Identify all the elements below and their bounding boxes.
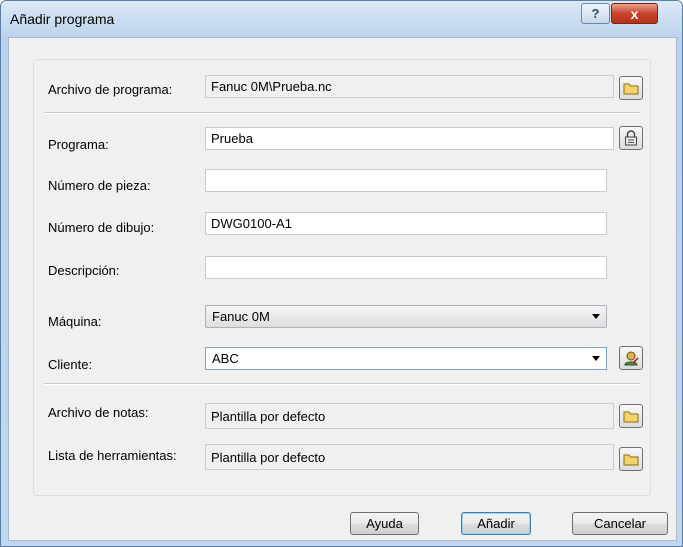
dialog-window: Añadir programa ? x Archivo de programa:… bbox=[0, 0, 683, 547]
drawing-number-input[interactable]: DWG0100-A1 bbox=[205, 212, 607, 235]
chevron-down-icon[interactable] bbox=[592, 356, 600, 361]
customer-icon bbox=[624, 351, 639, 366]
program-file-label: Archivo de programa: bbox=[48, 82, 173, 97]
add-button[interactable]: Añadir bbox=[461, 512, 531, 535]
separator-bottom bbox=[44, 383, 640, 385]
folder-icon bbox=[623, 411, 639, 423]
machine-label: Máquina: bbox=[48, 314, 102, 329]
lock-icon bbox=[625, 130, 637, 146]
form-group: Archivo de programa: Fanuc 0M\Prueba.nc … bbox=[33, 59, 651, 496]
separator-top bbox=[44, 112, 640, 114]
notes-file-field: Plantilla por defecto bbox=[205, 403, 614, 429]
tool-list-field: Plantilla por defecto bbox=[205, 444, 614, 470]
folder-icon bbox=[623, 454, 639, 466]
help-icon[interactable]: ? bbox=[581, 3, 610, 24]
help-glyph: ? bbox=[591, 6, 600, 21]
description-input[interactable] bbox=[205, 256, 607, 279]
part-number-input[interactable] bbox=[205, 169, 607, 192]
cancel-button[interactable]: Cancelar bbox=[572, 512, 668, 535]
chevron-down-icon bbox=[592, 314, 600, 319]
drawing-number-label: Número de dibujo: bbox=[48, 220, 155, 235]
customer-label: Cliente: bbox=[48, 357, 93, 372]
tool-list-label: Lista de herramientas: bbox=[48, 448, 177, 463]
close-icon[interactable]: x bbox=[611, 3, 658, 24]
browse-program-file-button[interactable] bbox=[619, 76, 643, 100]
help-button[interactable]: Ayuda bbox=[350, 512, 419, 535]
program-label: Programa: bbox=[48, 137, 109, 152]
machine-select[interactable]: Fanuc 0M bbox=[205, 305, 607, 328]
window-title: Añadir programa bbox=[10, 11, 115, 27]
browse-tool-list-button[interactable] bbox=[619, 447, 643, 471]
description-label: Descripción: bbox=[48, 263, 120, 278]
customer-value: ABC bbox=[212, 351, 239, 366]
title-bar[interactable]: Añadir programa ? x bbox=[1, 1, 682, 37]
program-input[interactable]: Prueba bbox=[205, 127, 614, 150]
folder-icon bbox=[623, 83, 639, 95]
program-file-field: Fanuc 0M\Prueba.nc bbox=[205, 75, 614, 98]
browse-notes-file-button[interactable] bbox=[619, 404, 643, 428]
dialog-body: Archivo de programa: Fanuc 0M\Prueba.nc … bbox=[8, 37, 677, 541]
machine-selected-value: Fanuc 0M bbox=[212, 309, 270, 324]
notes-file-label: Archivo de notas: bbox=[48, 405, 149, 420]
lock-button[interactable] bbox=[619, 126, 643, 150]
edit-customer-button[interactable] bbox=[619, 346, 643, 370]
part-number-label: Número de pieza: bbox=[48, 178, 151, 193]
close-glyph: x bbox=[630, 5, 639, 22]
customer-combobox[interactable]: ABC bbox=[205, 347, 607, 370]
